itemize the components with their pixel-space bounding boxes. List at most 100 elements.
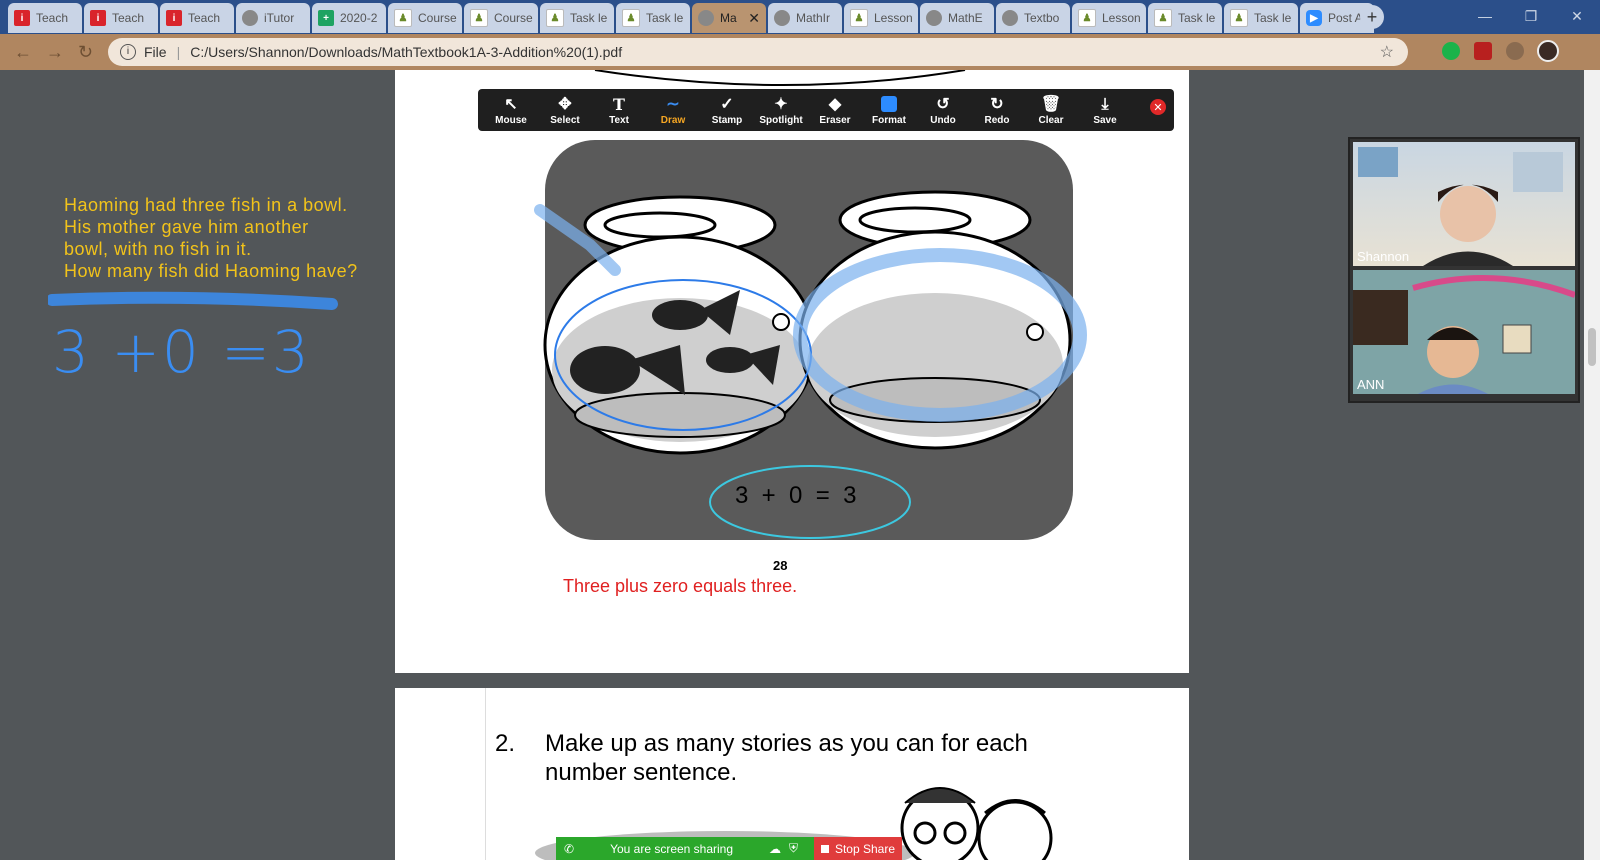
new-tab-button[interactable]: + (1360, 5, 1384, 29)
close-window-button[interactable]: ✕ (1554, 0, 1600, 32)
tool-text[interactable]: T Text (592, 95, 646, 126)
tool-stamp[interactable]: ✓ Stamp (700, 95, 754, 126)
info-icon[interactable]: i (120, 44, 136, 60)
globe-icon (242, 10, 258, 26)
fish-2 (570, 346, 640, 394)
globe-icon (1002, 10, 1018, 26)
tab-label: Teach (188, 11, 221, 25)
screen-share-bar: ✆ You are screen sharing ☁ ⛨ Stop Share (556, 837, 902, 860)
browser-tab[interactable]: ♟ Task le (1224, 3, 1298, 33)
shield-icon: ⛨ (789, 841, 799, 855)
extension-green-icon[interactable] (1442, 42, 1460, 60)
phone-icon: ✆ (564, 841, 575, 856)
tool-save[interactable]: ⤓ Save (1078, 95, 1132, 126)
browser-tab[interactable]: ♟ Lesson (1072, 3, 1146, 33)
equation-text: 3 + 0 = 3 (735, 482, 857, 509)
stop-square-icon (820, 844, 829, 853)
reload-icon[interactable]: ↻ (78, 42, 93, 63)
doc-icon: ♟ (394, 9, 412, 27)
minimize-button[interactable]: — (1462, 0, 1508, 32)
tool-clear[interactable]: 🗑 Clear (1024, 95, 1078, 126)
browser-tab[interactable]: Textbo (996, 3, 1070, 33)
cloud-icon: ☁ (769, 841, 782, 856)
tool-eraser[interactable]: ◆ Eraser (808, 95, 862, 126)
browser-tab[interactable]: MathIr (768, 3, 842, 33)
browser-tab-strip: i Teach i Teach i Teach iTutor +2020-2 ♟ Course ♟ C… (0, 0, 1600, 34)
browser-tab[interactable]: iTutor (236, 3, 310, 33)
tab-label: Task le (1178, 11, 1216, 25)
browser-tab[interactable]: +2020-2 (312, 3, 386, 33)
doc-icon: ♟ (470, 9, 488, 27)
url-text: C:/Users/Shannon/Downloads/MathTextbook1… (190, 44, 623, 60)
doc-icon: ♟ (546, 9, 564, 27)
doc-icon: ♟ (850, 9, 868, 27)
browser-tab[interactable]: ♟ Task le (1148, 3, 1222, 33)
browser-tab[interactable]: i Teach (84, 3, 158, 33)
profile-avatar[interactable] (1537, 40, 1559, 62)
video-tile-shannon[interactable]: Shannon (1353, 142, 1575, 266)
ublock-icon[interactable] (1474, 42, 1492, 60)
tab-label: Teach (112, 11, 145, 25)
tool-select[interactable]: ✥ Select (538, 95, 592, 126)
browser-tab[interactable]: ♟ Lesson (844, 3, 918, 33)
forward-icon[interactable]: → (46, 42, 64, 63)
browser-tab[interactable]: Ma ✕ (692, 3, 766, 33)
back-icon[interactable]: ← (14, 42, 32, 63)
stop-share-button[interactable]: Stop Share (814, 837, 902, 860)
browser-tab[interactable]: ♟ Task le (540, 3, 614, 33)
story-problem-text: Haoming had three fish in a bowl. His mo… (64, 195, 358, 281)
browser-tab[interactable]: ♟ Course (388, 3, 462, 33)
undo-icon: ↺ (936, 95, 950, 113)
typed-note: Three plus zero equals three. (563, 576, 798, 596)
close-tab-icon[interactable]: ✕ (748, 10, 760, 27)
check-icon: ✓ (720, 95, 734, 113)
tool-undo[interactable]: ↺ Undo (916, 95, 970, 126)
download-icon: ⤓ (1101, 95, 1109, 113)
address-separator: | (176, 44, 181, 60)
restore-button[interactable]: ❐ (1508, 0, 1554, 32)
browser-tab[interactable]: i Teach (160, 3, 234, 33)
share-status: You are screen sharing (610, 841, 734, 856)
close-annotation-icon[interactable]: ✕ (1150, 99, 1166, 115)
page-number: 28 (773, 558, 788, 573)
doc-icon: ♟ (1154, 9, 1172, 27)
extension-puzzle-icon[interactable] (1506, 42, 1524, 60)
doc-icon: ♟ (1230, 9, 1248, 27)
redo-icon: ↻ (990, 95, 1004, 113)
tab-label: Textbo (1024, 11, 1060, 25)
tab-label: Course (494, 11, 533, 25)
participant-name-shannon: Shannon (1357, 249, 1410, 264)
annotation-toolbar: ↖ Mouse ✥ Select T Text ∼ Draw ✓ Stamp ✦ Spotl… (478, 89, 1174, 131)
tab-label: Lesson (1102, 11, 1141, 25)
previous-illustration-edge (594, 70, 966, 86)
video-tile-ann[interactable]: ANN (1353, 270, 1575, 394)
tab-label: Task le (570, 11, 608, 25)
tool-mouse[interactable]: ↖ Mouse (484, 95, 538, 126)
page-scrollbar[interactable] (1584, 70, 1600, 860)
tab-label: 2020-2 (340, 11, 378, 25)
eraser-icon: ◆ (828, 95, 842, 113)
zoom-icon: ▶ (1306, 10, 1322, 26)
tool-redo[interactable]: ↻ Redo (970, 95, 1024, 126)
scrollbar-thumb[interactable] (1588, 328, 1596, 366)
address-bar[interactable]: i File | C:/Users/Shannon/Downloads/Math… (108, 38, 1408, 66)
scheme-label: File (144, 44, 167, 60)
wand-icon: ✦ (774, 95, 788, 113)
tool-draw[interactable]: ∼ Draw (646, 95, 700, 126)
pdf-page-29: 2. Make up as many stories as you can fo… (395, 688, 1189, 860)
tab-label: MathE (948, 11, 983, 25)
browser-toolbar: ← → ↻ i File | C:/Users/Shannon/Download… (0, 34, 1600, 70)
tool-format[interactable]: Format (862, 95, 916, 126)
move-icon: ✥ (558, 95, 572, 113)
participant-video-ann (1353, 275, 1575, 394)
browser-tab[interactable]: MathE (920, 3, 994, 33)
tool-spotlight[interactable]: ✦ Spotlight (754, 95, 808, 126)
bookmark-star-icon[interactable]: ☆ (1380, 42, 1394, 62)
browser-tab[interactable]: ♟ Task le (616, 3, 690, 33)
globe-icon (698, 10, 714, 26)
browser-tab[interactable]: ♟ Course (464, 3, 538, 33)
sheets-icon: + (318, 10, 334, 26)
fish-3 (706, 347, 754, 373)
red-i-icon: i (14, 10, 30, 26)
browser-tab[interactable]: i Teach (8, 3, 82, 33)
